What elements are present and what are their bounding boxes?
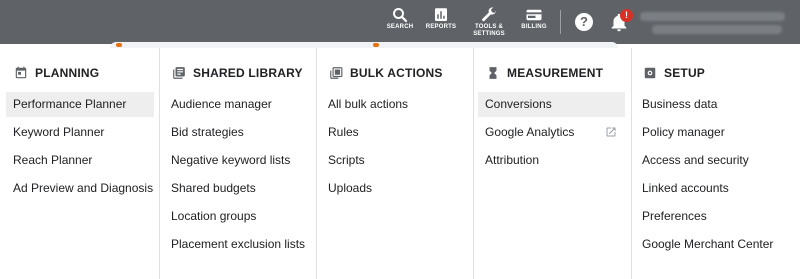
bulk-actions-list: All bulk actions Rules Scripts Uploads (321, 92, 467, 204)
reports-label: REPORTS (425, 24, 457, 30)
menu-item-linked-accounts[interactable]: Linked accounts (635, 176, 794, 201)
library-icon (172, 66, 186, 80)
setup-column: SETUP Business data Policy manager Acces… (629, 48, 800, 279)
status-dot (373, 43, 379, 47)
setup-list: Business data Policy manager Access and … (635, 92, 794, 260)
bulk-actions-column: BULK ACTIONS All bulk actions Rules Scri… (315, 48, 473, 279)
menu-item-keyword-planner[interactable]: Keyword Planner (6, 120, 154, 145)
menu-item-policy-manager[interactable]: Policy manager (635, 120, 794, 145)
credit-card-icon (526, 9, 542, 21)
menu-item-bid-strategies[interactable]: Bid strategies (164, 120, 310, 145)
planning-title: PLANNING (35, 66, 100, 80)
menu-item-location-groups[interactable]: Location groups (164, 204, 310, 229)
top-app-bar: SEARCH REPORTS TOOLS & SETTINGS BILLING … (0, 0, 800, 44)
planning-header: PLANNING (14, 64, 99, 82)
bulk-actions-header: BULK ACTIONS (329, 64, 443, 82)
billing-label: BILLING (521, 24, 547, 30)
account-name (640, 12, 785, 21)
menu-item-uploads[interactable]: Uploads (321, 176, 467, 201)
setup-header: SETUP (643, 64, 705, 82)
menu-item-rules[interactable]: Rules (321, 120, 467, 145)
search-icon (393, 8, 408, 23)
measurement-list: Conversions Google Analytics Attribution (478, 92, 625, 176)
calendar-icon (14, 66, 28, 80)
menu-item-conversions[interactable]: Conversions (478, 92, 625, 117)
notifications-button[interactable]: ! (608, 9, 633, 34)
menu-item-google-analytics-label: Google Analytics (485, 125, 575, 139)
menu-item-attribution[interactable]: Attribution (478, 148, 625, 173)
measurement-column: MEASUREMENT Conversions Google Analytics… (472, 48, 631, 279)
planning-list: Performance Planner Keyword Planner Reac… (6, 92, 154, 204)
tools-settings-button[interactable]: TOOLS & SETTINGS (465, 6, 513, 38)
menu-item-google-analytics[interactable]: Google Analytics (478, 120, 625, 145)
menu-item-performance-planner[interactable]: Performance Planner (6, 92, 154, 117)
status-dot (116, 43, 122, 47)
menu-item-ad-preview[interactable]: Ad Preview and Diagnosis (6, 176, 154, 201)
billing-button[interactable]: BILLING (510, 6, 558, 38)
copy-icon (329, 66, 343, 80)
planning-column: PLANNING Performance Planner Keyword Pla… (0, 48, 160, 279)
external-link-icon (606, 127, 616, 137)
account-switcher[interactable] (640, 8, 790, 36)
menu-item-all-bulk-actions[interactable]: All bulk actions (321, 92, 467, 117)
shared-library-header: SHARED LIBRARY (172, 64, 303, 82)
gear-icon (643, 66, 657, 80)
menu-item-shared-budgets[interactable]: Shared budgets (164, 176, 310, 201)
measurement-header: MEASUREMENT (486, 64, 603, 82)
toolbar-divider (560, 10, 561, 34)
menu-item-placement-exclusion-lists[interactable]: Placement exclusion lists (164, 232, 310, 257)
menu-item-audience-manager[interactable]: Audience manager (164, 92, 310, 117)
account-email (652, 25, 782, 34)
bulk-actions-title: BULK ACTIONS (350, 66, 443, 80)
menu-item-access-and-security[interactable]: Access and security (635, 148, 794, 173)
help-button[interactable]: ? (575, 13, 593, 31)
measurement-title: MEASUREMENT (507, 66, 604, 80)
notification-badge: ! (620, 9, 633, 22)
reports-button[interactable]: REPORTS (417, 6, 465, 38)
menu-item-google-merchant-center[interactable]: Google Merchant Center (635, 232, 794, 257)
menu-item-preferences[interactable]: Preferences (635, 204, 794, 229)
menu-item-business-data[interactable]: Business data (635, 92, 794, 117)
reports-icon (435, 8, 447, 21)
hourglass-icon (486, 66, 500, 80)
menu-item-scripts[interactable]: Scripts (321, 148, 467, 173)
setup-title: SETUP (664, 66, 706, 80)
menu-item-negative-keyword-lists[interactable]: Negative keyword lists (164, 148, 310, 173)
shared-library-list: Audience manager Bid strategies Negative… (164, 92, 310, 260)
wrench-icon (482, 7, 496, 22)
tools-settings-label: TOOLS & SETTINGS (473, 24, 505, 37)
shared-library-title: SHARED LIBRARY (193, 66, 303, 80)
shared-library-column: SHARED LIBRARY Audience manager Bid stra… (158, 48, 316, 279)
menu-item-reach-planner[interactable]: Reach Planner (6, 148, 154, 173)
